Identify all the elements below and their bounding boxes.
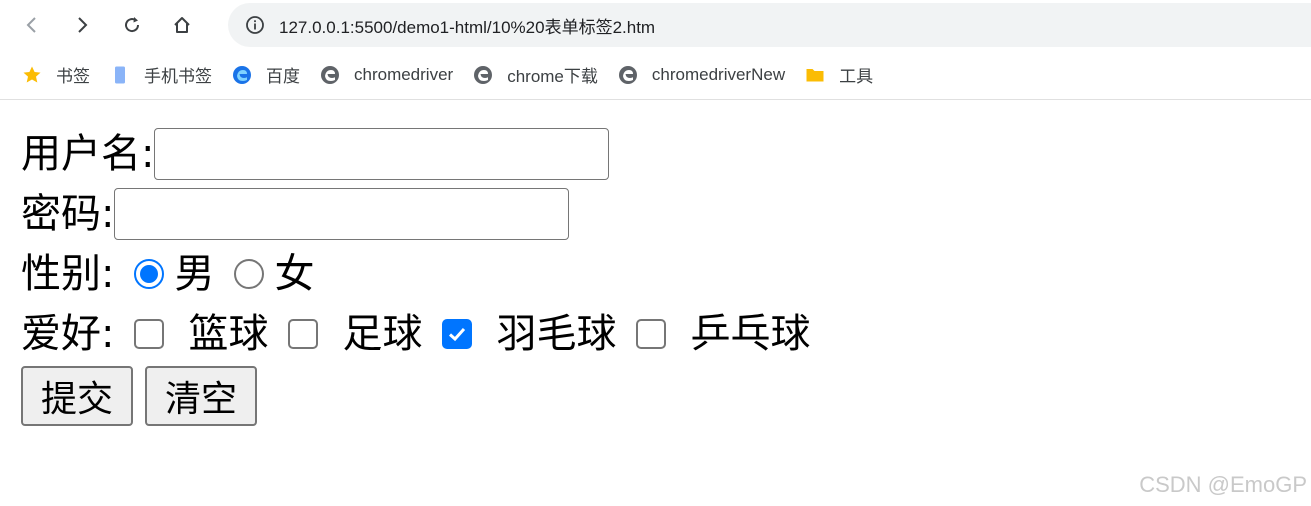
submit-button[interactable]: 提交 [21, 366, 134, 426]
browser-toolbar: 127.0.0.1:5500/demo1-html/10%20表单标签2.htm [0, 0, 1311, 50]
bookmark-label: 书签 [56, 67, 90, 86]
bookmark-label: chromedriver [354, 64, 454, 84]
reset-button[interactable]: 清空 [145, 366, 258, 426]
gender-radio-male[interactable] [134, 259, 165, 289]
gender-option-label: 女 [274, 251, 315, 297]
gender-radio-female[interactable] [234, 259, 265, 289]
hobby-checkbox-football[interactable] [288, 319, 319, 349]
info-icon[interactable] [244, 14, 266, 36]
hobby-option-label: 足球 [342, 311, 423, 357]
edge-icon [232, 65, 252, 85]
star-icon [22, 65, 42, 85]
url-text[interactable]: 127.0.0.1:5500/demo1-html/10%20表单标签2.htm [279, 13, 655, 38]
bookmark-label: chromedriverNew [651, 64, 786, 84]
bookmark-item-tools[interactable]: 工具 [795, 59, 883, 91]
password-label: 密码: [21, 191, 115, 237]
back-button[interactable] [14, 7, 50, 43]
username-label: 用户名: [21, 131, 155, 177]
hobby-option-label: 羽毛球 [496, 311, 617, 357]
hobby-row: 爱好: 篮球 足球 羽毛球 乒乓球 [21, 304, 1311, 364]
bookmark-label: 百度 [266, 67, 300, 86]
phone-icon [110, 65, 130, 85]
hobby-checkbox-badminton[interactable] [442, 319, 473, 349]
password-input[interactable] [114, 188, 570, 240]
folder-icon [805, 65, 825, 85]
bookmark-item-baidu[interactable]: 百度 [222, 59, 310, 91]
gender-row: 性别: 男 女 [21, 244, 1311, 304]
bookmark-label: chrome下载 [507, 67, 598, 86]
gender-label: 性别: [21, 251, 115, 297]
address-bar[interactable]: 127.0.0.1:5500/demo1-html/10%20表单标签2.htm [228, 3, 1311, 47]
hobby-option-label: 篮球 [188, 311, 269, 357]
home-icon [174, 17, 190, 33]
username-input[interactable] [154, 128, 610, 180]
home-button[interactable] [164, 7, 200, 43]
bookmark-item-mobile[interactable]: 手机书签 [100, 59, 222, 91]
hobby-checkbox-pingpong[interactable] [636, 319, 667, 349]
watermark: CSDN @EmoGP [1139, 472, 1307, 497]
forward-button[interactable] [64, 7, 100, 43]
bookmark-item-chromedriver[interactable]: chromedriver [310, 59, 463, 91]
edge-icon [473, 65, 493, 85]
hobby-checkbox-basketball[interactable] [134, 319, 165, 349]
hobby-label: 爱好: [21, 311, 115, 357]
bookmark-item-shuqian[interactable]: 书签 [0, 59, 100, 91]
checkmark-icon [449, 327, 466, 342]
edge-icon [618, 65, 638, 85]
username-row: 用户名: [21, 124, 1311, 184]
password-row: 密码: [21, 184, 1311, 244]
bookmark-item-chrome-download[interactable]: chrome下载 [463, 59, 608, 91]
reload-button[interactable] [114, 7, 150, 43]
reload-icon [125, 17, 140, 33]
gender-option-label: 男 [174, 251, 215, 297]
edge-icon [320, 65, 340, 85]
back-icon [26, 17, 36, 33]
hobby-option-label: 乒乓球 [690, 311, 811, 357]
form-page: 用户名: 密码: 性别: 男 女 爱好: 篮球 足球 羽毛球 乒乓球 提交 清空 [0, 100, 1311, 426]
forward-icon [78, 17, 88, 33]
bookmark-label: 手机书签 [144, 67, 212, 86]
bookmark-item-chromedriver-new[interactable]: chromedriverNew [608, 59, 795, 91]
bookmarks-bar: 书签 手机书签 百度 chromedriver chrome下载 chromed… [0, 50, 1311, 100]
bookmark-label: 工具 [839, 67, 874, 86]
button-row: 提交 清空 [21, 366, 1311, 426]
